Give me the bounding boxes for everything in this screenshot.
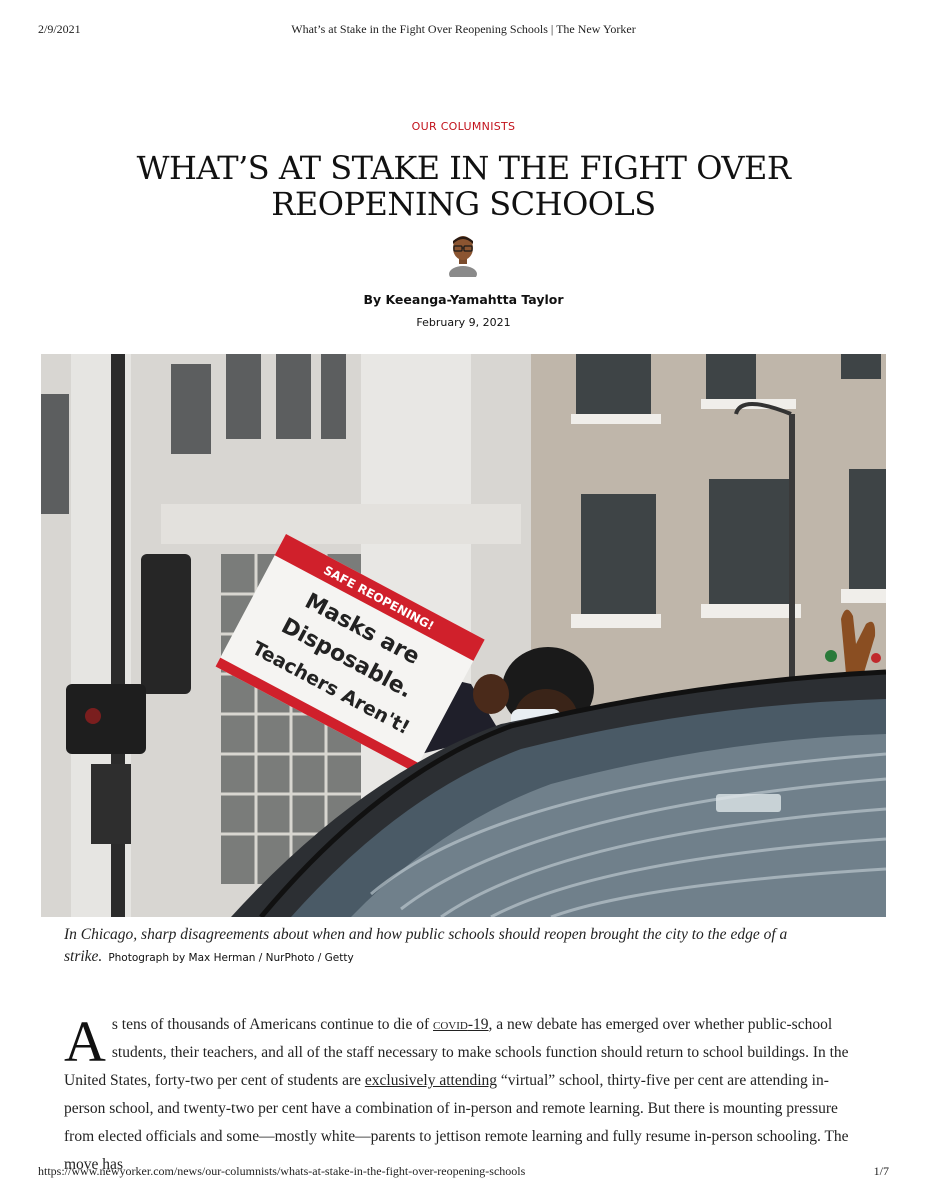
section-rubric-link[interactable]: OUR COLUMNISTS: [0, 120, 927, 133]
photo-caption: In Chicago, sharp disagreements about wh…: [64, 924, 864, 969]
covid-link[interactable]: COVID-19: [433, 1016, 489, 1033]
hero-photograph: SAFE REOPENING! Masks are Disposable. Te…: [41, 354, 886, 917]
author-byline[interactable]: By Keeanga-Yamahtta Taylor: [0, 292, 927, 307]
print-header: 2/9/2021 What’s at Stake in the Fight Ov…: [38, 22, 889, 38]
paragraph-text-1: s tens of thousands of Americans continu…: [111, 1016, 434, 1033]
page-number: 1/7: [873, 1164, 889, 1178]
print-document-title: What’s at Stake in the Fight Over Reopen…: [291, 22, 636, 36]
drop-cap: A: [64, 1009, 106, 1074]
article-headline: WHAT’S AT STAKE IN THE FIGHT OVER REOPEN…: [136, 149, 791, 223]
exclusively-attending-link[interactable]: exclusively attending: [365, 1072, 497, 1089]
print-footer: https://www.newyorker.com/news/our-colum…: [38, 1164, 889, 1180]
publish-date: February 9, 2021: [416, 316, 511, 329]
author-avatar[interactable]: [446, 233, 480, 282]
article-body: As tens of thousands of Americans contin…: [64, 1011, 864, 1179]
photo-credit: Photograph by Max Herman / NurPhoto / Ge…: [108, 952, 354, 964]
print-url: https://www.newyorker.com/news/our-colum…: [38, 1164, 526, 1178]
